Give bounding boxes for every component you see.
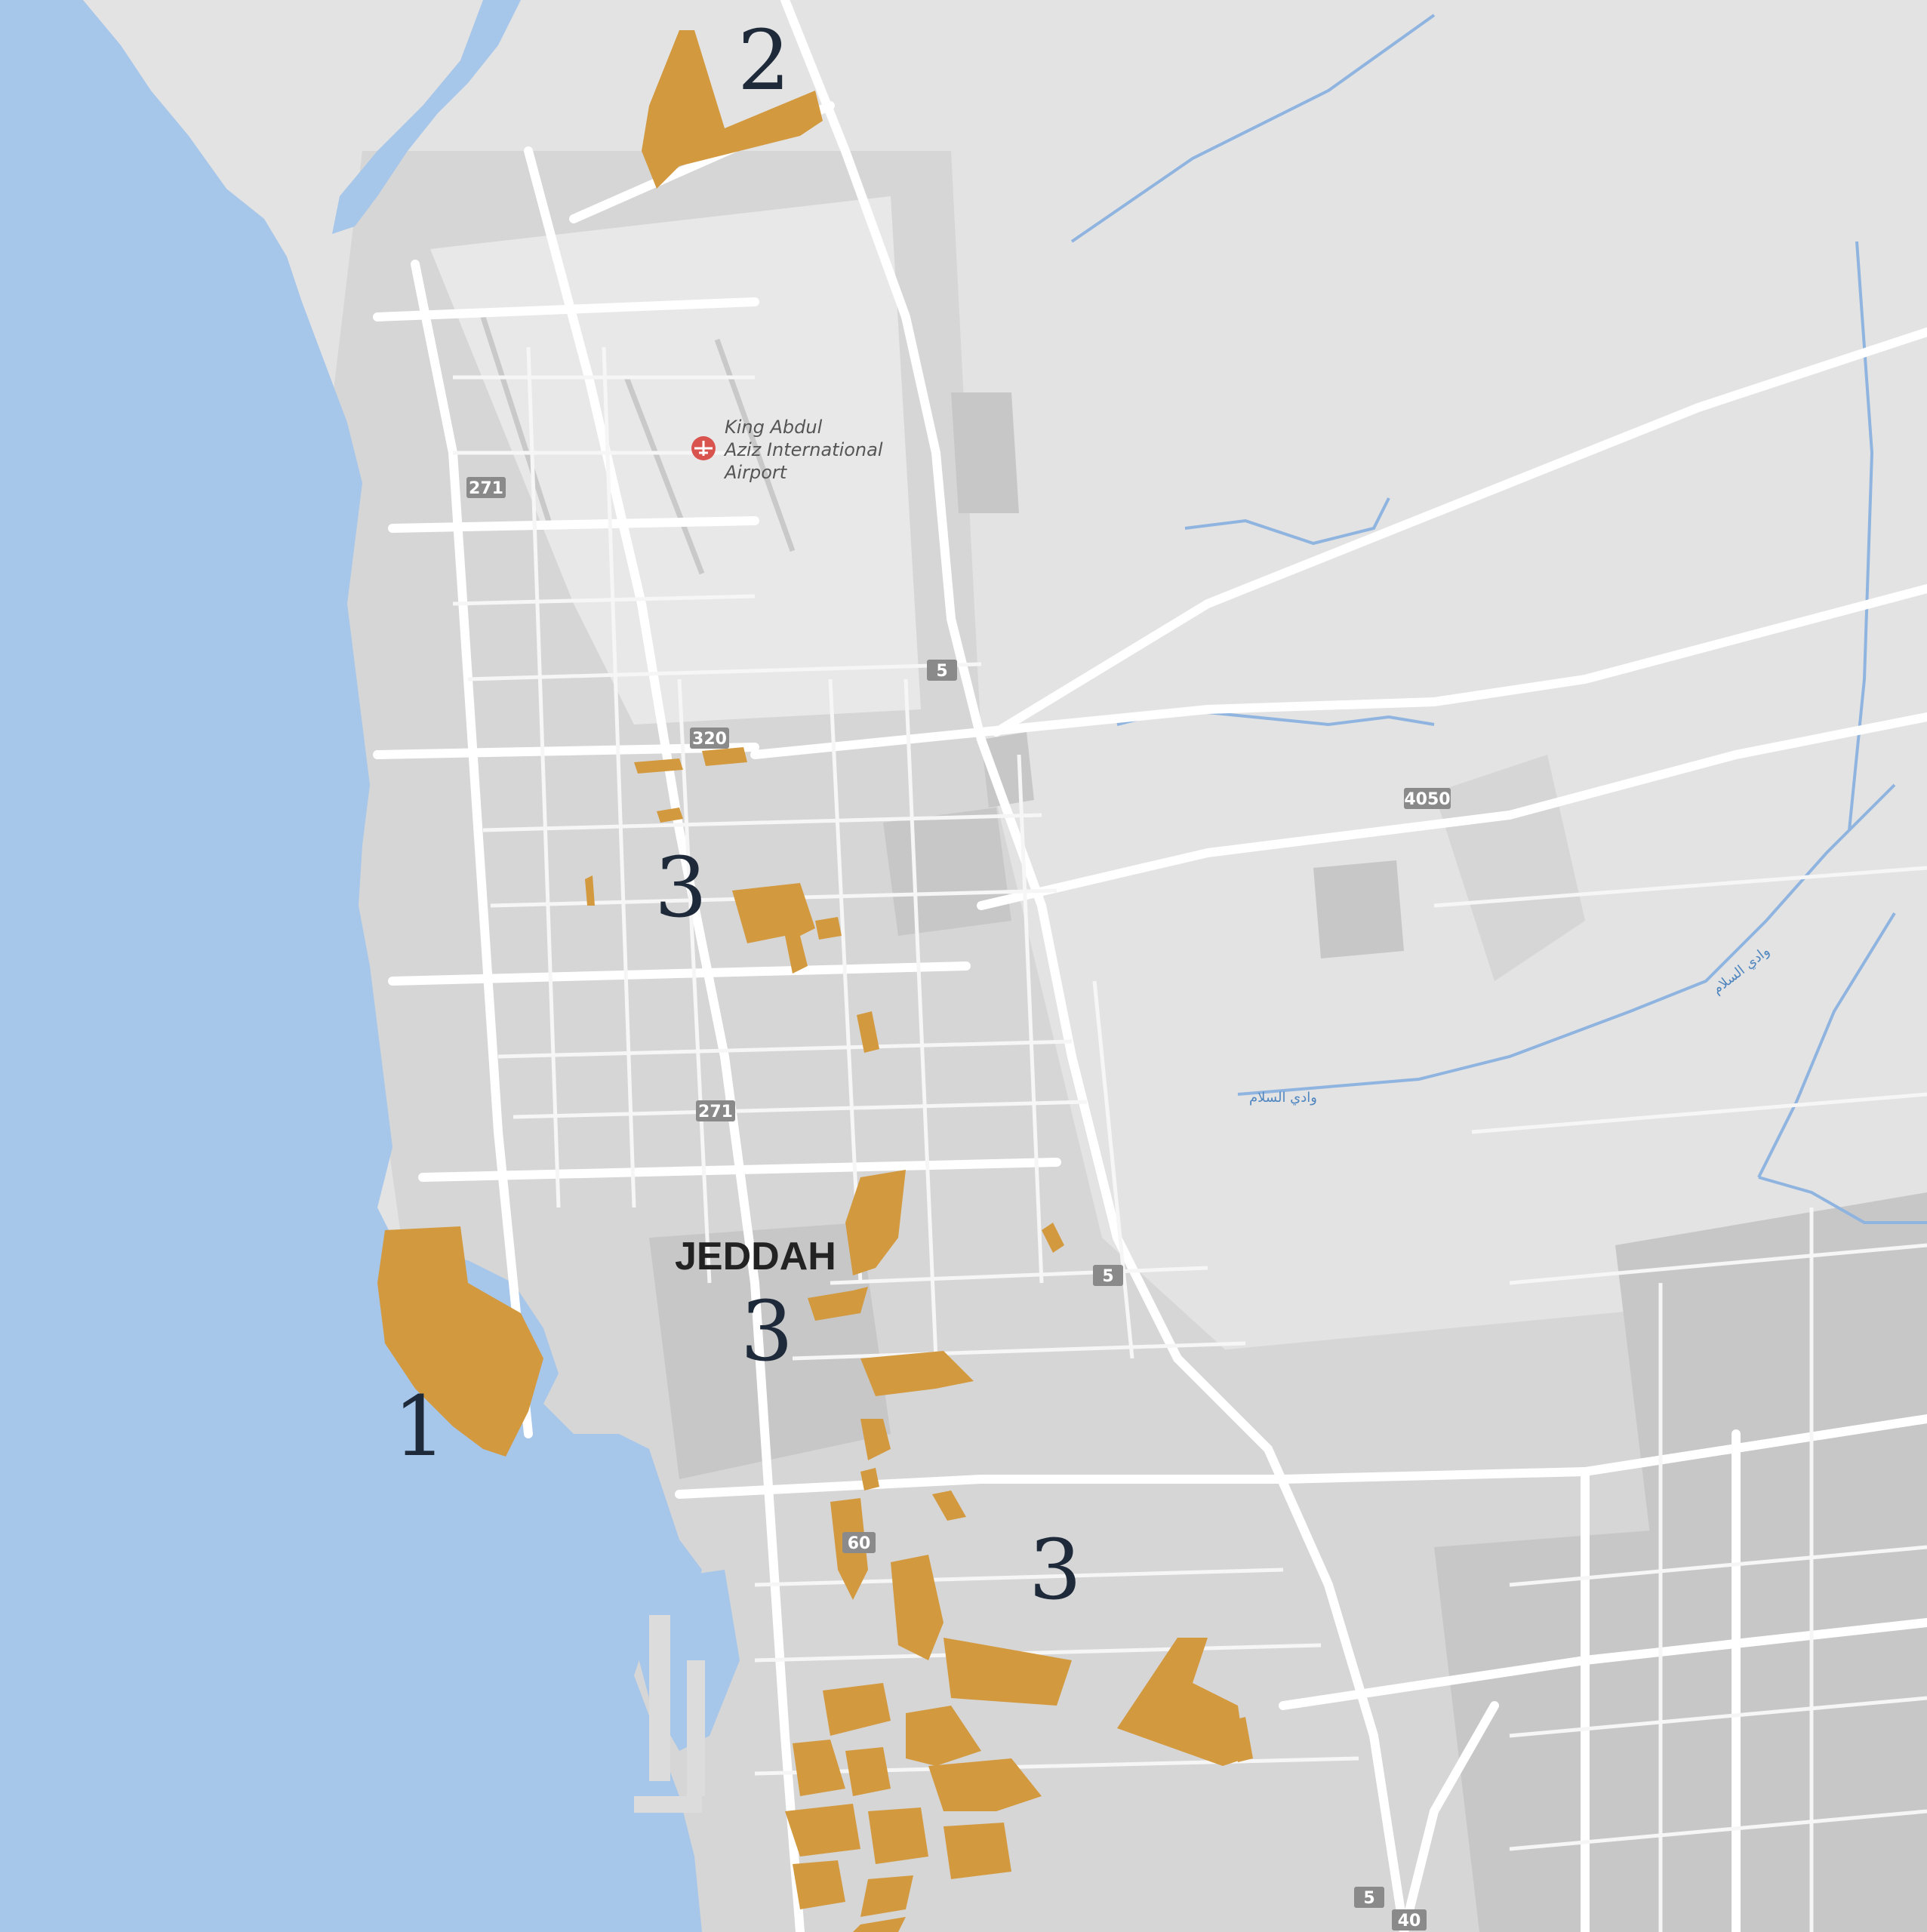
city-label: JEDDAH xyxy=(675,1235,836,1278)
route-shield: 5 xyxy=(1354,1887,1384,1908)
route-shield: 40 xyxy=(1392,1909,1427,1930)
route-shield: 320 xyxy=(690,728,729,749)
route-shield: 4050 xyxy=(1404,788,1451,809)
map-view[interactable]: 271 271 320 5 5 5 4050 60 40 وادي السلام… xyxy=(0,0,1927,1932)
route-shield: 5 xyxy=(927,660,957,681)
wadi-label: وادي السلام xyxy=(1249,1090,1317,1106)
airport-label-line-3: Airport xyxy=(723,462,788,483)
zone-label-3-south: 3 xyxy=(1029,1521,1082,1618)
route-shield-label: 5 xyxy=(936,662,947,681)
zone-3-north-area-b xyxy=(815,917,842,940)
route-shield-label: 5 xyxy=(1363,1889,1374,1908)
zone-3-south-area-l xyxy=(793,1860,845,1909)
route-shield-label: 40 xyxy=(1398,1912,1421,1930)
zone-3-south-area-j xyxy=(868,1807,928,1864)
zone-label-3-north: 3 xyxy=(654,839,707,936)
zone-3-south-area-g xyxy=(845,1747,891,1796)
zone-label-2: 2 xyxy=(737,12,790,109)
route-shield: 60 xyxy=(842,1532,876,1553)
route-shield: 271 xyxy=(466,477,506,498)
route-shield-label: 5 xyxy=(1102,1267,1113,1286)
route-shield-label: 271 xyxy=(469,479,503,498)
route-shield-label: 60 xyxy=(848,1534,871,1553)
route-shield-label: 271 xyxy=(698,1103,733,1121)
airport-label-line-1: King Abdul xyxy=(725,417,823,438)
zone-label-1: 1 xyxy=(393,1378,446,1475)
route-shield: 5 xyxy=(1093,1265,1123,1286)
airport-label-line-2: Aziz International xyxy=(723,439,883,460)
zone-3-south-area-k xyxy=(943,1823,1011,1879)
route-shield-label: 320 xyxy=(692,730,727,749)
route-shield: 271 xyxy=(696,1100,735,1121)
route-shield-label: 4050 xyxy=(1404,790,1450,809)
zone-label-3-center: 3 xyxy=(740,1283,793,1380)
